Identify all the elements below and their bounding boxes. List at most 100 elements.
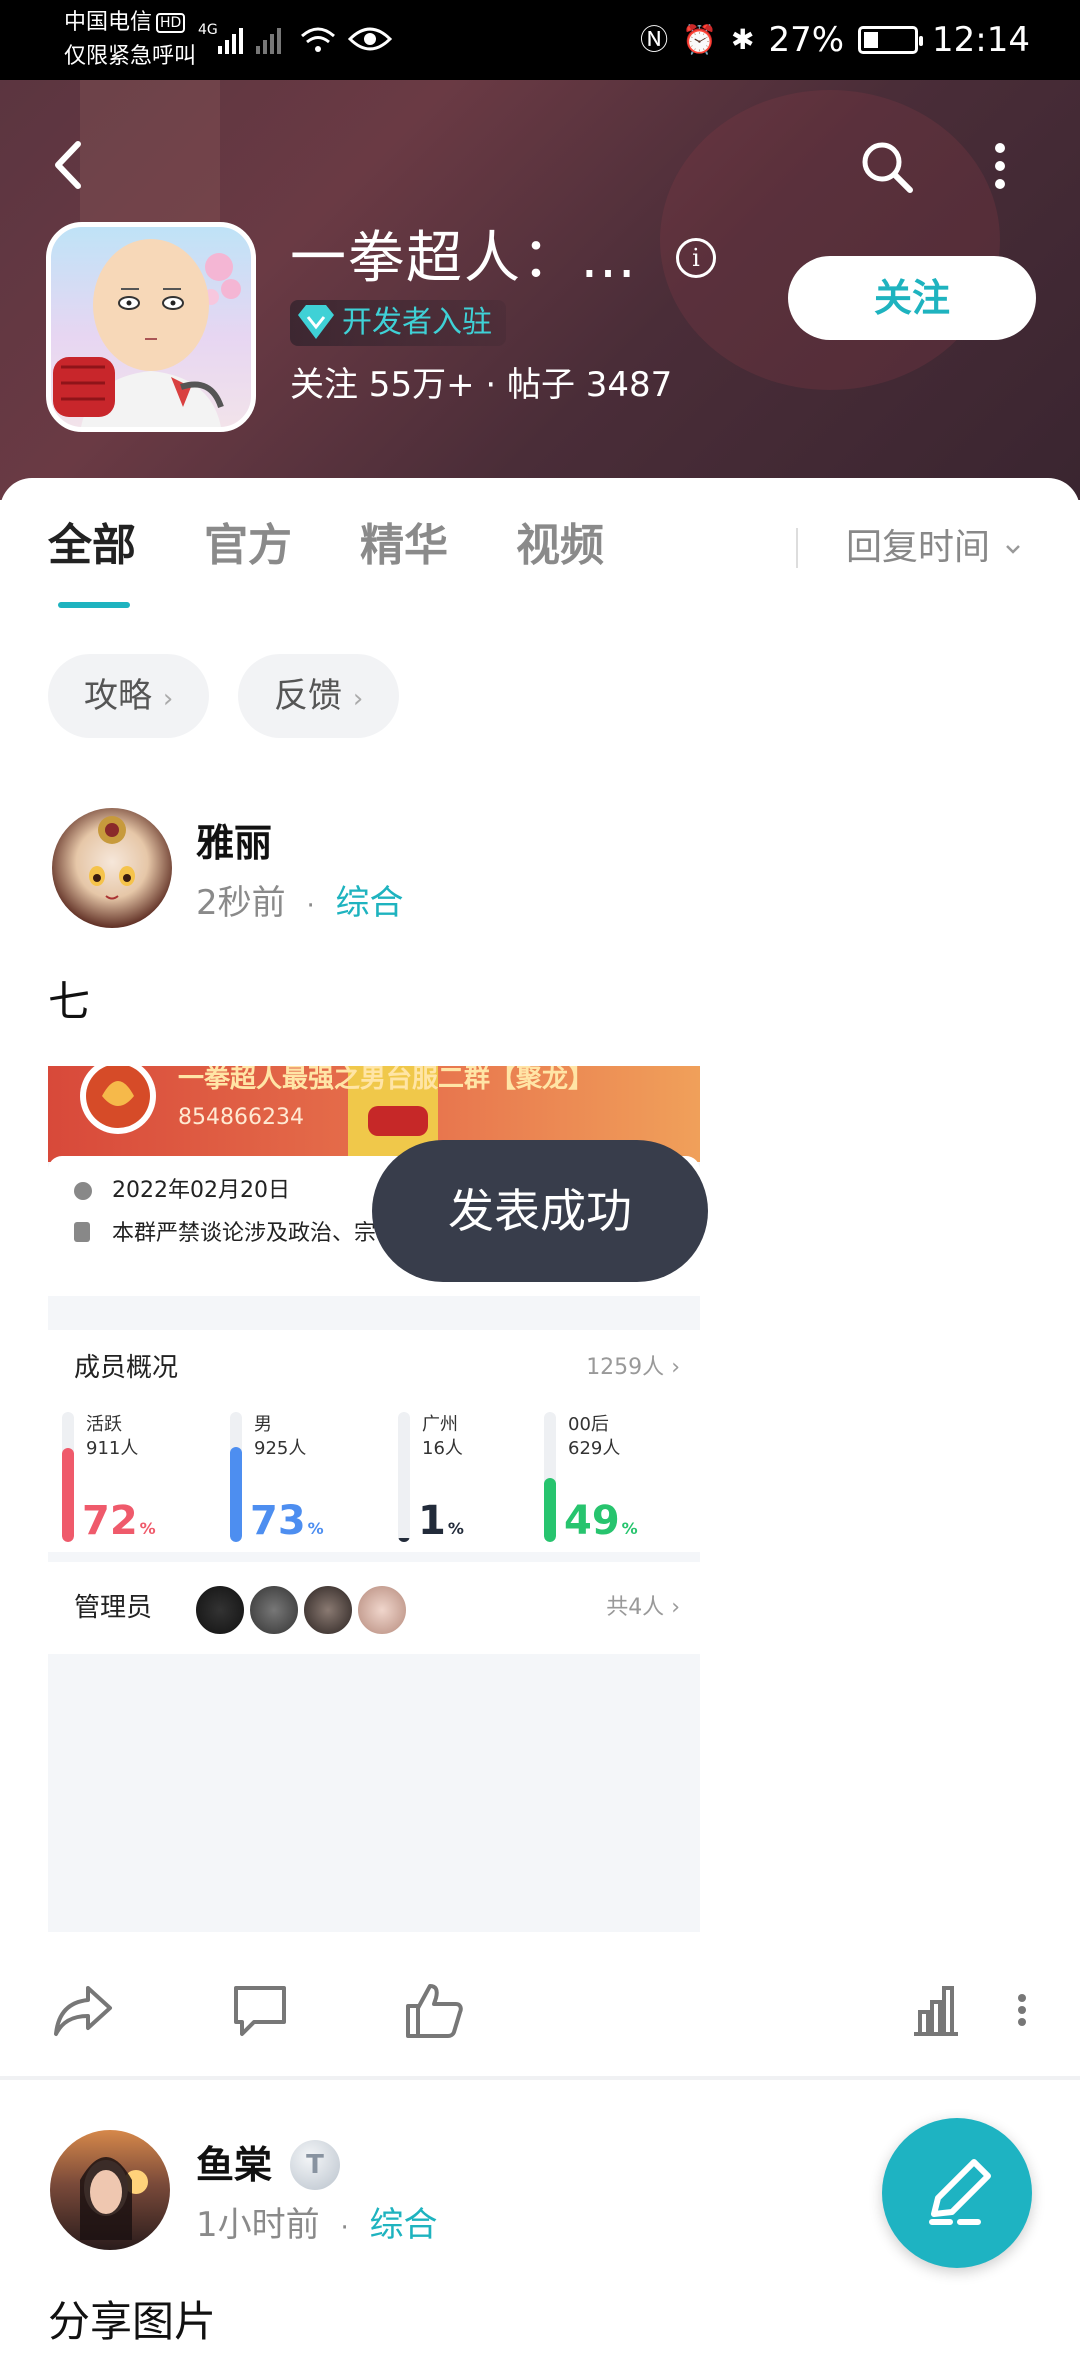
tab-all[interactable]: 全部 xyxy=(48,514,136,578)
chevron-right-icon: › xyxy=(671,1595,680,1620)
user-level-badge: T xyxy=(290,2140,340,2190)
stat-count: 629人 xyxy=(568,1438,621,1459)
stat-bar xyxy=(544,1412,556,1542)
chip-feedback[interactable]: 反馈 › xyxy=(238,654,400,738)
sort-divider xyxy=(796,528,798,568)
stat-percent-value: 73 xyxy=(250,1498,306,1544)
group-name: 一拳超人最强之男台服二群【聚龙】 xyxy=(178,1066,595,1094)
stat-label: 男 xyxy=(254,1414,272,1435)
signal-wifi-icons xyxy=(218,27,335,54)
author-avatar[interactable] xyxy=(52,808,172,928)
post-more-icon[interactable] xyxy=(1014,1978,1030,2042)
clock: 12:14 xyxy=(932,20,1030,60)
compose-button[interactable] xyxy=(882,2118,1032,2268)
stat-unit: % xyxy=(447,1519,464,1538)
admins-count-value: 共4人 xyxy=(606,1595,665,1620)
stat-bar xyxy=(230,1412,242,1542)
chevron-right-icon: › xyxy=(352,684,364,714)
stat-post00: 00后 629人 49% xyxy=(544,1412,664,1544)
post-meta: 2秒前 · 综合 xyxy=(196,878,404,931)
post-meta: 1小时前 · 综合 xyxy=(196,2200,438,2253)
stat-male: 男 925人 73% xyxy=(230,1412,350,1544)
admins-count: 共4人 › xyxy=(606,1592,680,1624)
stat-bar xyxy=(62,1412,74,1542)
sort-dropdown[interactable]: 回复时间 xyxy=(846,518,1025,578)
eye-icon xyxy=(348,27,392,51)
stat-percent: 1% xyxy=(418,1498,464,1552)
tab-video[interactable]: 视频 xyxy=(516,514,604,578)
bluetooth-icon: ✱ xyxy=(730,23,755,56)
stat-label: 广州 xyxy=(422,1414,458,1435)
battery-icon xyxy=(858,26,924,54)
developer-tag[interactable]: 开发者入驻 xyxy=(290,300,506,346)
share-icon[interactable] xyxy=(52,1978,116,2042)
carrier-label: 中国电信 HD xyxy=(64,10,186,36)
stat-unit: % xyxy=(307,1519,324,1538)
meta-dot: · xyxy=(306,891,315,921)
avatar-photo xyxy=(80,2157,148,2240)
chip-feedback-label: 反馈 xyxy=(274,676,342,716)
follow-button[interactable]: 关注 xyxy=(788,256,1036,340)
stat-bar xyxy=(398,1412,410,1542)
stat-count: 925人 xyxy=(254,1438,307,1459)
tab-bar: 全部 官方 精华 视频 xyxy=(48,514,672,578)
stat-unit: % xyxy=(139,1519,156,1538)
admins-card: 管理员 共4人 › xyxy=(48,1562,700,1654)
group-avatar-image xyxy=(80,1066,156,1134)
stat-guangzhou: 广州 16人 1% xyxy=(398,1412,518,1544)
chip-strategy-label: 攻略 xyxy=(84,676,152,716)
post-category[interactable]: 综合 xyxy=(370,2205,438,2245)
members-count-value: 1259人 xyxy=(586,1355,665,1380)
post-title[interactable]: 七 xyxy=(48,972,90,1032)
pen-icon xyxy=(929,2159,991,2225)
stat-percent: 73% xyxy=(250,1498,324,1552)
stat-count: 16人 xyxy=(422,1438,463,1459)
diamond-icon xyxy=(298,305,334,339)
sort-label: 回复时间 xyxy=(846,527,991,568)
chevron-right-icon: › xyxy=(162,684,174,714)
toast-message: 发表成功 xyxy=(372,1140,708,1282)
nfc-icon: Ⓝ xyxy=(640,23,669,56)
admin-avatar xyxy=(248,1584,300,1636)
comment-icon[interactable] xyxy=(228,1978,292,2042)
info-icon[interactable]: i xyxy=(676,238,716,278)
like-icon[interactable] xyxy=(402,1978,466,2042)
stat-percent-value: 1 xyxy=(418,1498,446,1544)
active-tab-indicator xyxy=(58,602,130,608)
author-name[interactable]: 雅丽 xyxy=(196,818,272,868)
saitama-illustration xyxy=(53,239,241,427)
author-name[interactable]: 鱼棠 xyxy=(196,2140,272,2190)
post-time: 1小时前 xyxy=(196,2205,320,2245)
admin-avatar xyxy=(194,1584,246,1636)
more-vertical-icon[interactable] xyxy=(990,136,1010,196)
chevron-down-icon xyxy=(1006,545,1021,554)
stat-bar-fill xyxy=(62,1448,74,1542)
stat-label: 活跃 xyxy=(86,1414,122,1435)
post-divider xyxy=(0,2076,1080,2080)
stat-percent: 49% xyxy=(564,1498,638,1552)
group-id: 854866234 xyxy=(178,1105,304,1130)
tab-featured[interactable]: 精华 xyxy=(360,514,448,578)
header-decoration-2 xyxy=(660,90,1000,390)
back-arrow-icon[interactable] xyxy=(48,140,88,190)
stat-bar-fill xyxy=(230,1447,242,1542)
stats-icon[interactable] xyxy=(910,1978,962,2042)
chip-strategy[interactable]: 攻略 › xyxy=(48,654,210,738)
tab-official[interactable]: 官方 xyxy=(204,514,292,578)
document-icon xyxy=(74,1222,90,1242)
author-avatar[interactable] xyxy=(50,2130,170,2250)
game-icon[interactable] xyxy=(46,222,256,432)
stat-percent-value: 72 xyxy=(82,1498,138,1544)
stat-bar-fill xyxy=(544,1478,556,1542)
clock-icon xyxy=(74,1182,92,1200)
meta-dot: · xyxy=(340,2213,349,2243)
game-title: 一拳超人：… xyxy=(290,226,638,291)
status-bar: 中国电信 HD 仅限紧急呼叫 4G Ⓝ ⏰ ✱ 27% 12:14 xyxy=(0,0,1080,80)
search-icon[interactable] xyxy=(856,136,916,196)
members-heading: 成员概况 xyxy=(74,1353,179,1383)
stat-count: 911人 xyxy=(86,1438,139,1459)
post-category[interactable]: 综合 xyxy=(336,883,404,923)
post-title[interactable]: 分享图片 xyxy=(48,2292,216,2352)
stat-bar-fill xyxy=(398,1538,410,1542)
battery-percent: 27% xyxy=(768,20,845,60)
